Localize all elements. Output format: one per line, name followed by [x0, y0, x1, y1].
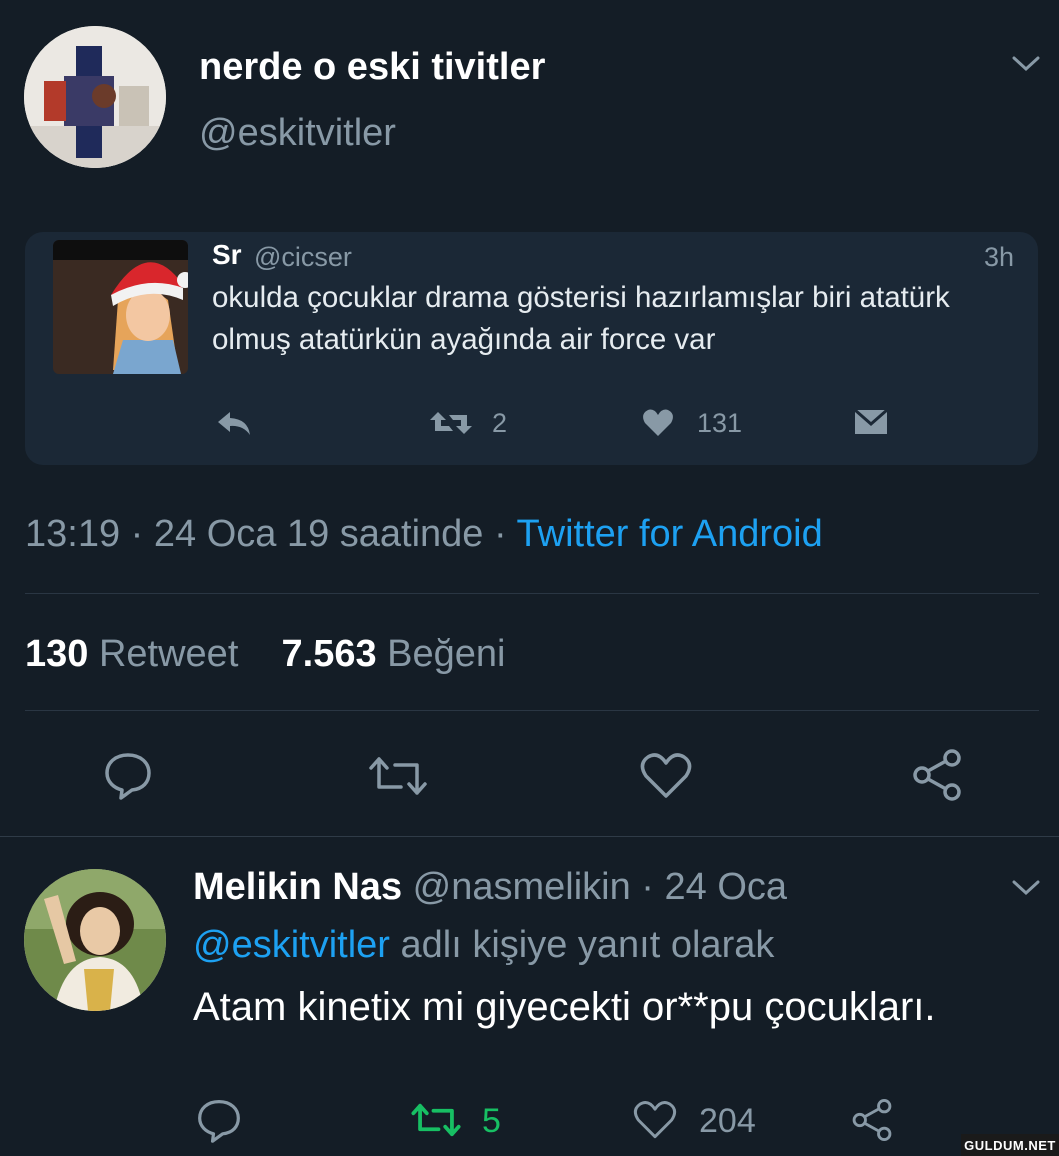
quoted-reply-icon: [215, 408, 253, 438]
retweet-count: 130: [25, 633, 89, 675]
reply-display-name[interactable]: Melikin Nas: [193, 866, 402, 908]
retweet-stat[interactable]: 130 Retweet: [25, 633, 249, 675]
quoted-retweet-count: 2: [492, 408, 508, 438]
tweet-meta: 13:19 · 24 Oca 19 saatinde · Twitter for…: [25, 510, 823, 558]
quoted-retweet-icon: [428, 409, 474, 437]
reply-like-icon[interactable]: [633, 1100, 677, 1140]
chevron-down-icon[interactable]: [1011, 54, 1041, 74]
like-count: 7.563: [281, 633, 377, 675]
like-icon[interactable]: [640, 752, 692, 800]
reply-icon[interactable]: [103, 750, 153, 800]
retweet-icon[interactable]: [367, 755, 429, 797]
reply-share-icon[interactable]: [850, 1098, 894, 1142]
reply-reply-icon[interactable]: [196, 1097, 242, 1143]
author-avatar[interactable]: [24, 26, 166, 168]
reply-to-handle[interactable]: @eskitvitler: [193, 924, 390, 966]
divider-thread: [0, 836, 1059, 837]
reply-header: Melikin Nas @nasmelikin · 24 Oca: [193, 864, 787, 910]
reply-avatar[interactable]: [24, 869, 166, 1011]
quoted-handle: @cicser: [254, 242, 352, 272]
reply-context: @eskitvitler adlı kişiye yanıt olarak: [193, 922, 774, 968]
tweet-stats: 130 Retweet 7.563 Beğeni: [25, 630, 505, 678]
author-display-name[interactable]: nerde o eski tivitler: [199, 44, 545, 90]
author-handle[interactable]: @eskitvitler: [199, 110, 396, 156]
tweet-timestamp: 13:19 · 24 Oca 19 saatinde ·: [25, 513, 517, 555]
divider-stats: [25, 710, 1039, 711]
reply-retweet-icon[interactable]: [410, 1102, 462, 1138]
reply-chevron-down-icon[interactable]: [1011, 878, 1041, 898]
quoted-like-count: 131: [697, 408, 743, 438]
tweet-source-link[interactable]: Twitter for Android: [517, 513, 823, 555]
quoted-text-line1: okulda çocuklar drama gösterisi hazırlam…: [212, 281, 950, 314]
like-stat[interactable]: 7.563 Beğeni: [282, 633, 506, 675]
watermark: GULDUM.NET: [961, 1134, 1059, 1156]
quoted-dm-icon: [853, 408, 889, 436]
reply-retweet-count: 5: [482, 1102, 501, 1140]
reply-to-suffix: adlı kişiye yanıt olarak: [389, 924, 775, 966]
quoted-avatar: [53, 240, 188, 374]
divider-top: [25, 593, 1039, 594]
quoted-display-name: Sr: [212, 239, 242, 270]
like-label: Beğeni: [387, 633, 506, 675]
quoted-like-icon: [642, 408, 674, 438]
reply-text: Atam kinetix mi giyecekti or**pu çocukla…: [193, 985, 936, 1029]
quoted-time: 3h: [984, 242, 1015, 272]
share-icon[interactable]: [910, 748, 964, 802]
reply-like-count: 204: [699, 1102, 756, 1140]
quoted-text-line2: olmuş atatürkün ayağında air force var: [212, 323, 716, 356]
reply-handle-date[interactable]: @nasmelikin · 24 Oca: [413, 866, 787, 908]
retweet-label: Retweet: [98, 633, 239, 675]
